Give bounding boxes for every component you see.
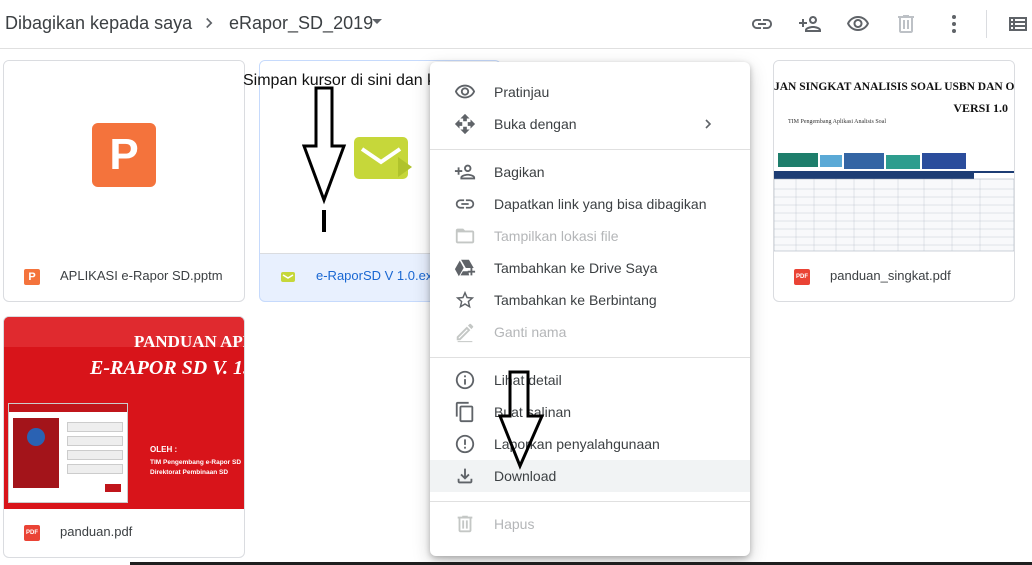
menu-item-share[interactable]: Bagikan [430, 156, 750, 188]
menu-item-label: Bagikan [494, 164, 545, 180]
menu-divider [430, 357, 750, 358]
arrow-down-icon [302, 86, 347, 232]
thumb-team: TIM Pengembang e-Rapor SD [150, 459, 242, 466]
thumb-subtitle: TIM Pengembang Aplikasi Analisis Soal [788, 119, 886, 125]
file-name: panduan.pdf [60, 524, 133, 539]
menu-item-delete[interactable]: Hapus [430, 508, 750, 540]
chevron-right-icon [206, 17, 213, 29]
breadcrumb-current[interactable]: eRapor_SD_2019 [229, 13, 373, 34]
file-name: panduan_singkat.pdf [830, 268, 951, 283]
more-vert-icon[interactable] [942, 12, 966, 36]
thumb-version: VERSI 1.0 [953, 101, 1008, 115]
link-icon[interactable] [750, 12, 774, 36]
top-bar: Dibagikan kepada saya eRapor_SD_2019 [0, 0, 1032, 49]
menu-item-make-copy[interactable]: Buat salinan [430, 396, 750, 428]
file-card-footer: PDF panduan_singkat.pdf [774, 253, 1014, 301]
menu-item-preview[interactable]: Pratinjau [430, 76, 750, 108]
menu-item-label: Tampilkan lokasi file [494, 228, 619, 244]
file-card-pptm[interactable]: P P APLIKASI e-Rapor SD.pptm [3, 60, 245, 302]
file-card-pdf-singkat[interactable]: JAN SINGKAT ANALISIS SOAL USBN DAN OSN V… [773, 60, 1015, 302]
thumb-dept: Direktorat Pembinaan SD [150, 469, 229, 476]
menu-item-label: Tambahkan ke Drive Saya [494, 260, 658, 276]
chevron-right-icon [705, 119, 712, 129]
menu-item-label: Pratinjau [494, 84, 550, 100]
menu-item-report-abuse[interactable]: Laporkan penyalahgunaan [430, 428, 750, 460]
file-name: e-RaporSD V 1.0.exe [316, 268, 440, 283]
menu-item-details[interactable]: Lihat detail [430, 364, 750, 396]
eye-icon [454, 81, 476, 103]
thumb-oleh: OLEH : [150, 445, 178, 454]
trash-icon[interactable] [894, 12, 918, 36]
menu-item-label: Buka dengan [494, 116, 577, 132]
ppt-icon: P [24, 269, 40, 285]
info-icon [454, 369, 476, 391]
exe-icon [281, 272, 295, 282]
menu-item-add-to-drive[interactable]: Tambahkan ke Drive Saya [430, 252, 750, 284]
file-thumbnail: PANDUAN APLIK E-RAPOR SD V. 1.0 OLEH : T… [4, 317, 244, 509]
star-icon [454, 289, 476, 311]
add-person-icon [454, 161, 476, 183]
move-icon [454, 113, 476, 135]
caret-down-icon[interactable] [372, 19, 382, 24]
thumb-title: JAN SINGKAT ANALISIS SOAL USBN DAN OSN [774, 81, 1015, 93]
ppt-large-icon: P [92, 123, 156, 187]
pdf-icon: PDF [24, 525, 40, 541]
arrow-down-icon [498, 370, 545, 470]
file-name: APLIKASI e-Rapor SD.pptm [60, 268, 223, 283]
menu-item-download[interactable]: Download [430, 460, 750, 492]
file-card-footer: P APLIKASI e-Rapor SD.pptm [4, 253, 244, 301]
eye-icon[interactable] [846, 12, 870, 36]
file-thumbnail: JAN SINGKAT ANALISIS SOAL USBN DAN OSN V… [774, 61, 1014, 253]
pencil-icon [454, 321, 476, 343]
link-icon [454, 193, 476, 215]
menu-item-rename[interactable]: Ganti nama [430, 316, 750, 348]
menu-item-label: Tambahkan ke Berbintang [494, 292, 657, 308]
menu-item-label: Dapatkan link yang bisa dibagikan [494, 196, 707, 212]
exe-large-icon [354, 137, 412, 179]
add-person-icon[interactable] [798, 12, 822, 36]
menu-item-show-location[interactable]: Tampilkan lokasi file [430, 220, 750, 252]
folder-icon [454, 225, 476, 247]
report-icon [454, 433, 476, 455]
menu-item-label: Hapus [494, 516, 535, 532]
file-card-footer: PDF panduan.pdf [4, 509, 244, 557]
copy-icon [454, 401, 476, 423]
pdf-icon: PDF [794, 269, 810, 285]
list-view-icon[interactable] [1006, 12, 1030, 36]
menu-item-label: Ganti nama [494, 324, 567, 340]
file-card-pdf-panduan[interactable]: PANDUAN APLIK E-RAPOR SD V. 1.0 OLEH : T… [3, 316, 245, 558]
login-screenshot-preview [8, 403, 128, 503]
spreadsheet-preview [774, 153, 1014, 252]
menu-divider [430, 501, 750, 502]
menu-item-label: Download [494, 468, 557, 484]
breadcrumb-parent[interactable]: Dibagikan kepada saya [5, 13, 192, 34]
thumb-subtitle: E-RAPOR SD V. 1.0 [90, 357, 245, 379]
drive-add-icon [454, 257, 476, 279]
thumb-title: PANDUAN APLIK [134, 332, 244, 351]
download-icon [454, 465, 476, 487]
menu-divider [430, 149, 750, 150]
file-thumbnail: P [4, 61, 244, 253]
toolbar-divider [986, 10, 987, 38]
menu-item-get-link[interactable]: Dapatkan link yang bisa dibagikan [430, 188, 750, 220]
trash-icon [454, 513, 476, 535]
context-menu: Pratinjau Buka dengan Bagikan Dapatkan l… [430, 62, 750, 556]
menu-item-open-with[interactable]: Buka dengan [430, 108, 750, 140]
menu-item-add-star[interactable]: Tambahkan ke Berbintang [430, 284, 750, 316]
